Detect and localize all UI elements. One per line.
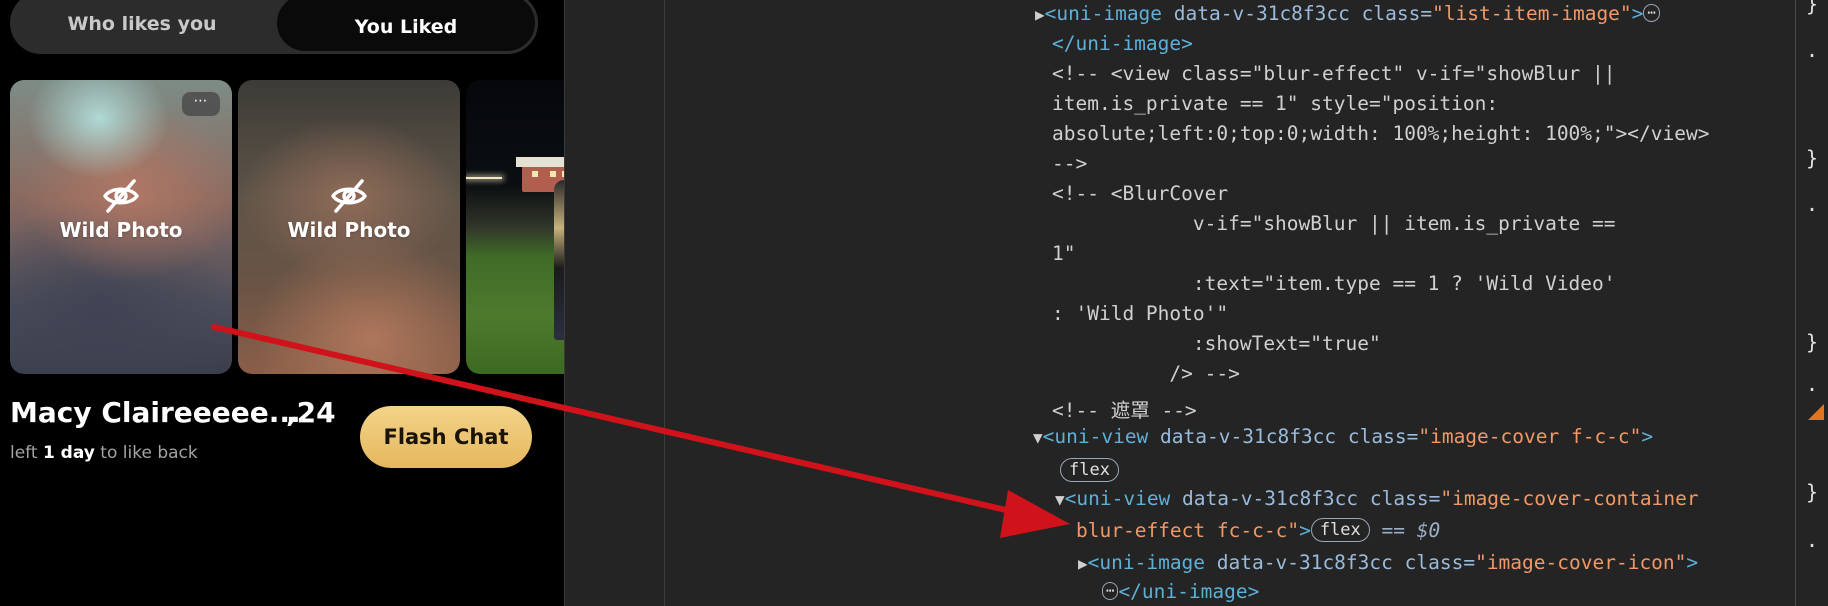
annotation-arrow — [211, 324, 1070, 538]
